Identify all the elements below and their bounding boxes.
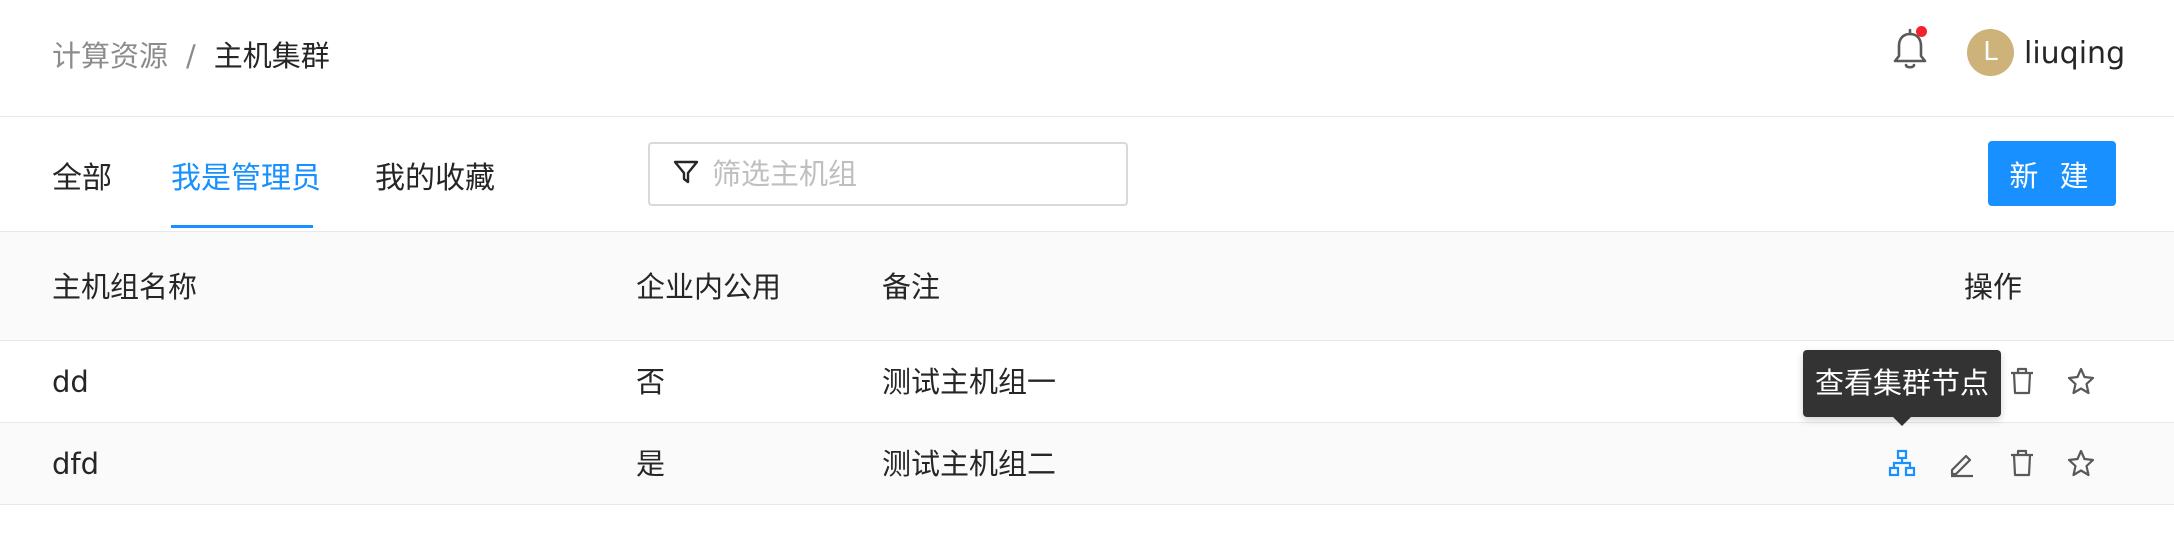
star-icon[interactable] bbox=[2064, 446, 2098, 480]
table-header: 主机组名称 企业内公用 备注 操作 bbox=[0, 231, 2174, 341]
star-icon[interactable] bbox=[2064, 364, 2098, 398]
column-header-name: 主机组名称 bbox=[52, 270, 198, 304]
filter-input[interactable] bbox=[712, 157, 1112, 191]
delete-icon[interactable] bbox=[2005, 364, 2039, 398]
host-group-name: dfd bbox=[52, 447, 100, 481]
host-group-name: dd bbox=[52, 365, 89, 399]
new-button[interactable]: 新 建 bbox=[1988, 141, 2116, 206]
filter-icon bbox=[672, 158, 700, 190]
column-header-public: 企业内公用 bbox=[636, 270, 782, 304]
column-header-remark: 备注 bbox=[882, 270, 941, 304]
active-tab-indicator bbox=[171, 225, 313, 228]
notification-dot bbox=[1916, 26, 1927, 37]
table-row: dfd 是 测试主机组二 bbox=[0, 423, 2174, 505]
breadcrumb-current: 主机集群 bbox=[213, 39, 330, 73]
breadcrumb-parent[interactable]: 计算资源 bbox=[52, 36, 168, 76]
tab-all[interactable]: 全部 bbox=[52, 157, 112, 201]
cluster-icon[interactable] bbox=[1885, 446, 1919, 480]
breadcrumb-separator: / bbox=[186, 39, 196, 73]
public-value: 是 bbox=[636, 447, 666, 481]
avatar[interactable]: L bbox=[1967, 29, 2014, 76]
breadcrumb: 计算资源 / 主机集群 bbox=[52, 36, 330, 76]
remark-value: 测试主机组二 bbox=[882, 447, 1057, 481]
remark-value: 测试主机组一 bbox=[882, 365, 1057, 399]
tooltip-view-cluster-nodes: 查看集群节点 bbox=[1803, 350, 2001, 417]
edit-icon[interactable] bbox=[1945, 446, 1979, 480]
tab-admin[interactable]: 我是管理员 bbox=[171, 157, 321, 201]
tooltip-arrow bbox=[1893, 417, 1911, 426]
username[interactable]: liuqing bbox=[2024, 34, 2125, 74]
column-header-actions: 操作 bbox=[1964, 270, 2023, 304]
tab-favorites[interactable]: 我的收藏 bbox=[375, 157, 495, 201]
top-header: 计算资源 / 主机集群 L liuqing bbox=[0, 0, 2174, 117]
public-value: 否 bbox=[636, 365, 666, 399]
filter-field[interactable] bbox=[648, 142, 1128, 206]
delete-icon[interactable] bbox=[2005, 446, 2039, 480]
